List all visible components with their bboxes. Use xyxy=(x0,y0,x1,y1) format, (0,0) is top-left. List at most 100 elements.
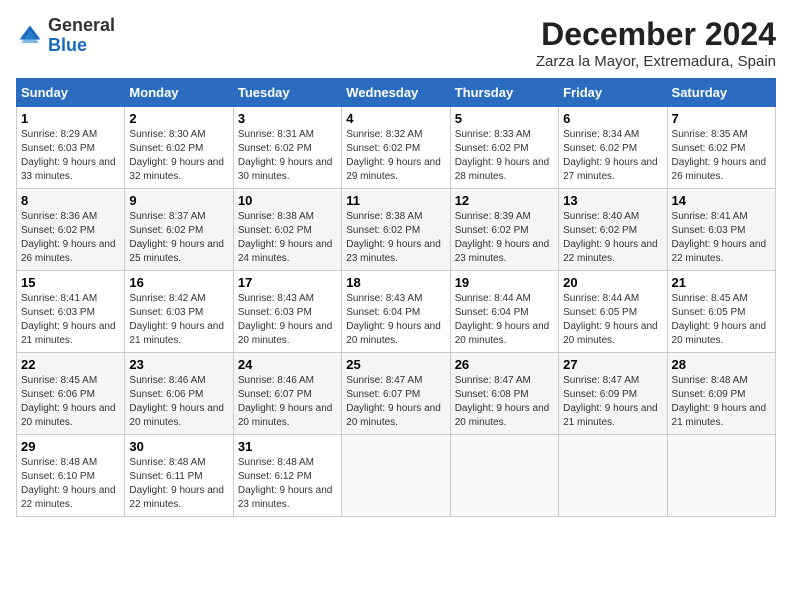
calendar-cell: 18 Sunrise: 8:43 AM Sunset: 6:04 PM Dayl… xyxy=(342,271,450,353)
calendar-cell xyxy=(559,435,667,517)
day-number: 28 xyxy=(672,357,771,372)
day-info: Sunrise: 8:48 AM Sunset: 6:09 PM Dayligh… xyxy=(672,374,771,430)
day-number: 18 xyxy=(346,275,445,290)
day-info: Sunrise: 8:47 AM Sunset: 6:07 PM Dayligh… xyxy=(346,374,445,430)
day-number: 6 xyxy=(563,111,662,126)
calendar-cell: 10 Sunrise: 8:38 AM Sunset: 6:02 PM Dayl… xyxy=(233,189,341,271)
calendar-cell xyxy=(342,435,450,517)
logo-general-text: General xyxy=(48,15,115,35)
calendar-cell: 6 Sunrise: 8:34 AM Sunset: 6:02 PM Dayli… xyxy=(559,107,667,189)
weekday-header-row: SundayMondayTuesdayWednesdayThursdayFrid… xyxy=(17,79,776,107)
calendar-cell: 22 Sunrise: 8:45 AM Sunset: 6:06 PM Dayl… xyxy=(17,353,125,435)
day-info: Sunrise: 8:31 AM Sunset: 6:02 PM Dayligh… xyxy=(238,128,337,184)
day-number: 31 xyxy=(238,439,337,454)
day-number: 4 xyxy=(346,111,445,126)
day-info: Sunrise: 8:34 AM Sunset: 6:02 PM Dayligh… xyxy=(563,128,662,184)
day-info: Sunrise: 8:36 AM Sunset: 6:02 PM Dayligh… xyxy=(21,210,120,266)
day-number: 10 xyxy=(238,193,337,208)
day-info: Sunrise: 8:47 AM Sunset: 6:08 PM Dayligh… xyxy=(455,374,554,430)
calendar-cell: 4 Sunrise: 8:32 AM Sunset: 6:02 PM Dayli… xyxy=(342,107,450,189)
day-number: 27 xyxy=(563,357,662,372)
day-info: Sunrise: 8:30 AM Sunset: 6:02 PM Dayligh… xyxy=(129,128,228,184)
calendar-cell: 5 Sunrise: 8:33 AM Sunset: 6:02 PM Dayli… xyxy=(450,107,558,189)
calendar-cell: 16 Sunrise: 8:42 AM Sunset: 6:03 PM Dayl… xyxy=(125,271,233,353)
day-info: Sunrise: 8:45 AM Sunset: 6:05 PM Dayligh… xyxy=(672,292,771,348)
calendar-cell: 7 Sunrise: 8:35 AM Sunset: 6:02 PM Dayli… xyxy=(667,107,775,189)
day-number: 13 xyxy=(563,193,662,208)
calendar-cell: 13 Sunrise: 8:40 AM Sunset: 6:02 PM Dayl… xyxy=(559,189,667,271)
calendar-cell: 2 Sunrise: 8:30 AM Sunset: 6:02 PM Dayli… xyxy=(125,107,233,189)
calendar-table: SundayMondayTuesdayWednesdayThursdayFrid… xyxy=(16,78,776,517)
weekday-header-sunday: Sunday xyxy=(17,79,125,107)
day-number: 11 xyxy=(346,193,445,208)
day-info: Sunrise: 8:43 AM Sunset: 6:03 PM Dayligh… xyxy=(238,292,337,348)
day-info: Sunrise: 8:41 AM Sunset: 6:03 PM Dayligh… xyxy=(672,210,771,266)
day-info: Sunrise: 8:44 AM Sunset: 6:04 PM Dayligh… xyxy=(455,292,554,348)
calendar-cell: 19 Sunrise: 8:44 AM Sunset: 6:04 PM Dayl… xyxy=(450,271,558,353)
day-number: 14 xyxy=(672,193,771,208)
calendar-cell xyxy=(450,435,558,517)
logo: General Blue xyxy=(16,16,115,56)
calendar-cell: 3 Sunrise: 8:31 AM Sunset: 6:02 PM Dayli… xyxy=(233,107,341,189)
weekday-header-friday: Friday xyxy=(559,79,667,107)
day-info: Sunrise: 8:37 AM Sunset: 6:02 PM Dayligh… xyxy=(129,210,228,266)
weekday-header-saturday: Saturday xyxy=(667,79,775,107)
logo-blue-text: Blue xyxy=(48,35,87,55)
day-number: 15 xyxy=(21,275,120,290)
day-number: 5 xyxy=(455,111,554,126)
day-info: Sunrise: 8:45 AM Sunset: 6:06 PM Dayligh… xyxy=(21,374,120,430)
calendar-week-2: 8 Sunrise: 8:36 AM Sunset: 6:02 PM Dayli… xyxy=(17,189,776,271)
day-number: 24 xyxy=(238,357,337,372)
day-info: Sunrise: 8:39 AM Sunset: 6:02 PM Dayligh… xyxy=(455,210,554,266)
weekday-header-monday: Monday xyxy=(125,79,233,107)
day-info: Sunrise: 8:47 AM Sunset: 6:09 PM Dayligh… xyxy=(563,374,662,430)
page-header: General Blue December 2024 Zarza la Mayo… xyxy=(16,16,776,70)
calendar-cell: 15 Sunrise: 8:41 AM Sunset: 6:03 PM Dayl… xyxy=(17,271,125,353)
day-info: Sunrise: 8:35 AM Sunset: 6:02 PM Dayligh… xyxy=(672,128,771,184)
day-number: 7 xyxy=(672,111,771,126)
day-info: Sunrise: 8:42 AM Sunset: 6:03 PM Dayligh… xyxy=(129,292,228,348)
day-number: 22 xyxy=(21,357,120,372)
calendar-cell: 24 Sunrise: 8:46 AM Sunset: 6:07 PM Dayl… xyxy=(233,353,341,435)
calendar-cell xyxy=(667,435,775,517)
location-text: Zarza la Mayor, Extremadura, Spain xyxy=(536,53,776,70)
day-info: Sunrise: 8:48 AM Sunset: 6:11 PM Dayligh… xyxy=(129,456,228,512)
calendar-week-4: 22 Sunrise: 8:45 AM Sunset: 6:06 PM Dayl… xyxy=(17,353,776,435)
calendar-cell: 14 Sunrise: 8:41 AM Sunset: 6:03 PM Dayl… xyxy=(667,189,775,271)
day-number: 26 xyxy=(455,357,554,372)
logo-icon xyxy=(16,22,44,50)
day-info: Sunrise: 8:46 AM Sunset: 6:06 PM Dayligh… xyxy=(129,374,228,430)
day-number: 16 xyxy=(129,275,228,290)
calendar-cell: 20 Sunrise: 8:44 AM Sunset: 6:05 PM Dayl… xyxy=(559,271,667,353)
day-number: 3 xyxy=(238,111,337,126)
day-number: 8 xyxy=(21,193,120,208)
calendar-cell: 27 Sunrise: 8:47 AM Sunset: 6:09 PM Dayl… xyxy=(559,353,667,435)
day-info: Sunrise: 8:38 AM Sunset: 6:02 PM Dayligh… xyxy=(346,210,445,266)
day-info: Sunrise: 8:44 AM Sunset: 6:05 PM Dayligh… xyxy=(563,292,662,348)
calendar-cell: 30 Sunrise: 8:48 AM Sunset: 6:11 PM Dayl… xyxy=(125,435,233,517)
weekday-header-wednesday: Wednesday xyxy=(342,79,450,107)
day-number: 20 xyxy=(563,275,662,290)
calendar-cell: 29 Sunrise: 8:48 AM Sunset: 6:10 PM Dayl… xyxy=(17,435,125,517)
calendar-cell: 21 Sunrise: 8:45 AM Sunset: 6:05 PM Dayl… xyxy=(667,271,775,353)
day-number: 29 xyxy=(21,439,120,454)
calendar-cell: 31 Sunrise: 8:48 AM Sunset: 6:12 PM Dayl… xyxy=(233,435,341,517)
calendar-cell: 28 Sunrise: 8:48 AM Sunset: 6:09 PM Dayl… xyxy=(667,353,775,435)
day-number: 1 xyxy=(21,111,120,126)
calendar-week-5: 29 Sunrise: 8:48 AM Sunset: 6:10 PM Dayl… xyxy=(17,435,776,517)
calendar-cell: 1 Sunrise: 8:29 AM Sunset: 6:03 PM Dayli… xyxy=(17,107,125,189)
day-number: 19 xyxy=(455,275,554,290)
calendar-week-3: 15 Sunrise: 8:41 AM Sunset: 6:03 PM Dayl… xyxy=(17,271,776,353)
calendar-cell: 11 Sunrise: 8:38 AM Sunset: 6:02 PM Dayl… xyxy=(342,189,450,271)
calendar-cell: 9 Sunrise: 8:37 AM Sunset: 6:02 PM Dayli… xyxy=(125,189,233,271)
calendar-cell: 12 Sunrise: 8:39 AM Sunset: 6:02 PM Dayl… xyxy=(450,189,558,271)
day-number: 30 xyxy=(129,439,228,454)
day-info: Sunrise: 8:46 AM Sunset: 6:07 PM Dayligh… xyxy=(238,374,337,430)
day-info: Sunrise: 8:32 AM Sunset: 6:02 PM Dayligh… xyxy=(346,128,445,184)
day-number: 17 xyxy=(238,275,337,290)
day-info: Sunrise: 8:29 AM Sunset: 6:03 PM Dayligh… xyxy=(21,128,120,184)
title-block: December 2024 Zarza la Mayor, Extremadur… xyxy=(536,16,776,70)
day-info: Sunrise: 8:48 AM Sunset: 6:12 PM Dayligh… xyxy=(238,456,337,512)
calendar-cell: 8 Sunrise: 8:36 AM Sunset: 6:02 PM Dayli… xyxy=(17,189,125,271)
calendar-cell: 25 Sunrise: 8:47 AM Sunset: 6:07 PM Dayl… xyxy=(342,353,450,435)
